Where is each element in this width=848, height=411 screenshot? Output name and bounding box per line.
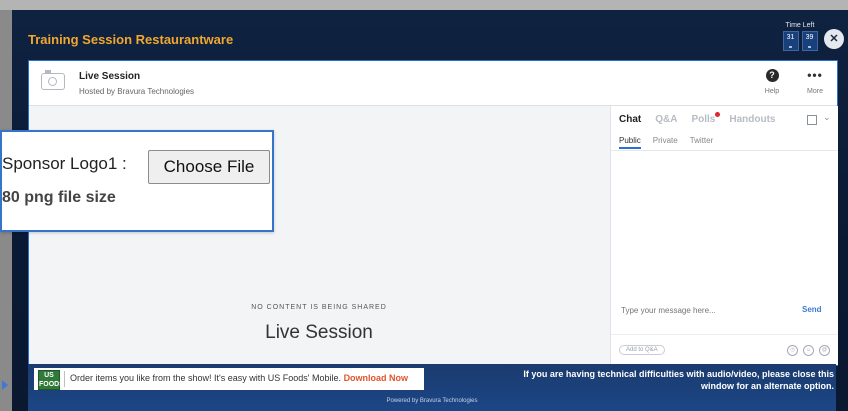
choose-file-button[interactable]: Choose File	[148, 150, 270, 184]
subtab-twitter[interactable]: Twitter	[690, 136, 714, 149]
ad-text: Order items you like from the show! It's…	[70, 373, 408, 383]
sponsor-logo-popup: Sponsor Logo1 : Choose File 80 png file …	[0, 130, 274, 232]
clock-icon[interactable]: ◷	[787, 345, 798, 356]
sponsor-logo-label: Sponsor Logo1 :	[2, 154, 127, 173]
help-icon: ?	[765, 69, 779, 82]
more-label: More	[807, 88, 823, 95]
content-title: Live Session	[265, 322, 373, 343]
top-strip	[0, 0, 848, 10]
at-icon[interactable]: @	[819, 345, 830, 356]
time-left-label: Time Left	[785, 22, 815, 29]
send-button[interactable]: Send	[802, 305, 822, 314]
chat-subtabs: Public Private Twitter	[619, 136, 713, 149]
chat-message-input[interactable]	[617, 302, 795, 318]
tab-qa[interactable]: Q&A	[655, 114, 677, 125]
help-button[interactable]: ? Help	[757, 69, 787, 95]
hosted-by: Hosted by Bravura Technologies	[79, 87, 195, 96]
subtab-public[interactable]: Public	[619, 136, 641, 149]
powered-by: Powered by Bravura Technologies	[386, 398, 478, 404]
time-left: Time Left 31 39	[780, 22, 820, 51]
popout-icon[interactable]	[807, 115, 817, 125]
us-foods-logo: US FOODS	[38, 370, 64, 390]
time-left-boxes: 31 39	[780, 31, 820, 51]
tech-difficulties-note[interactable]: If you are having technical difficulties…	[504, 368, 834, 392]
input-divider	[611, 334, 838, 335]
no-content-text: NO CONTENT IS BEING SHARED	[251, 304, 387, 311]
time-left-seconds: 39	[801, 31, 818, 51]
more-icon: •••	[807, 68, 823, 82]
chevron-down-icon[interactable]: ⌄	[823, 112, 831, 123]
polls-badge	[715, 112, 721, 117]
camera-icon	[41, 70, 65, 90]
tab-polls-label: Polls	[691, 114, 716, 125]
time-left-minutes: 31	[782, 31, 799, 51]
left-arrow-icon	[2, 380, 8, 390]
add-to-qa-button[interactable]: Add to Q&A	[619, 345, 665, 355]
session-header: Live Session Hosted by Bravura Technolog…	[29, 61, 837, 106]
window-title: Training Session Restaurantware	[28, 32, 234, 47]
help-label: Help	[764, 88, 780, 95]
file-size-text: 80 png file size	[2, 189, 116, 206]
sponsor-ad[interactable]: US FOODS Order items you like from the s…	[34, 368, 424, 390]
tab-chat[interactable]: Chat	[619, 114, 641, 125]
subtab-private[interactable]: Private	[653, 136, 678, 149]
emoji-icon[interactable]: ☺	[803, 345, 814, 356]
close-icon[interactable]: ✕	[824, 29, 844, 49]
bottom-banner: US FOODS Order items you like from the s…	[28, 364, 836, 411]
more-button[interactable]: ••• More	[799, 68, 831, 96]
tab-polls[interactable]: Polls	[691, 112, 721, 125]
download-now-link[interactable]: Download Now	[344, 373, 409, 383]
chat-pane: Chat Q&A Polls Handouts ⌄ Public Private…	[610, 106, 838, 365]
ad-message: Order items you like from the show! It's…	[70, 373, 342, 383]
ad-divider	[64, 371, 65, 387]
subtab-divider	[611, 150, 838, 151]
chat-tabs: Chat Q&A Polls Handouts	[619, 112, 775, 125]
session-name: Live Session	[79, 71, 141, 82]
tab-handouts[interactable]: Handouts	[729, 114, 775, 125]
